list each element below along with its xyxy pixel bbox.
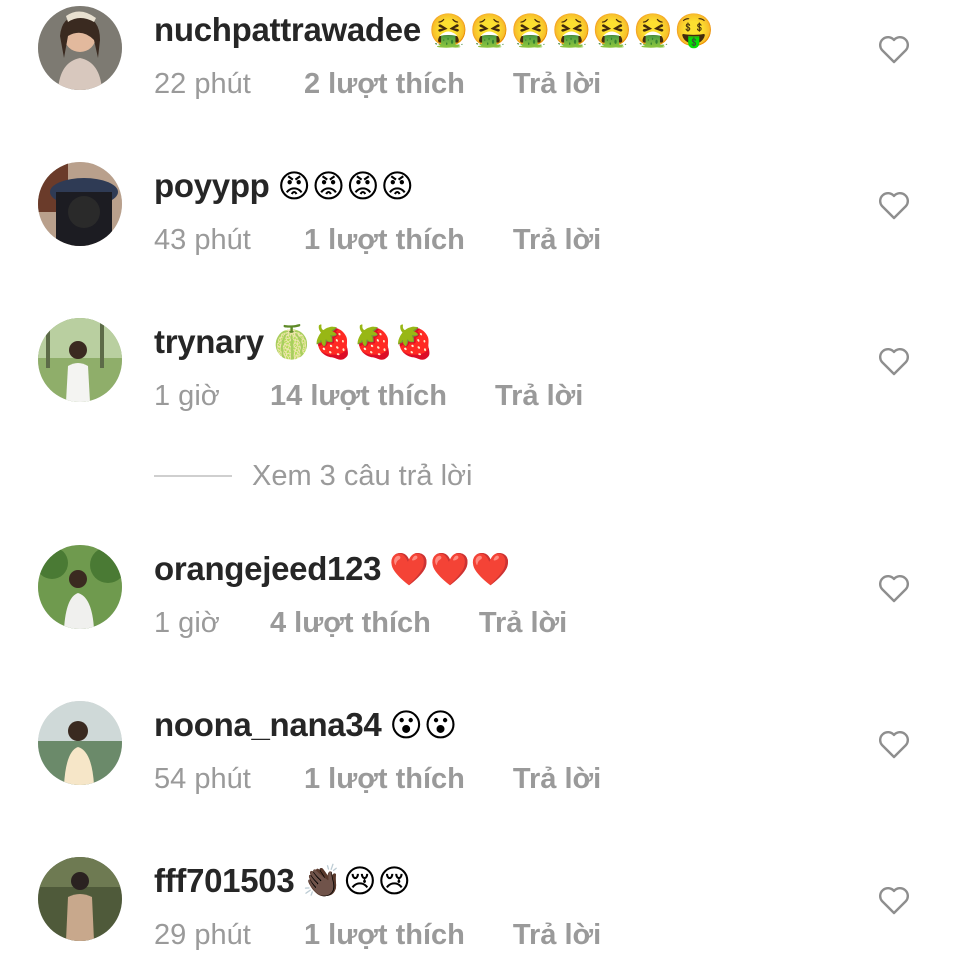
comment-likes[interactable]: 1 lượt thích	[304, 224, 465, 257]
comment-username[interactable]: nuchpattrawadee	[154, 11, 421, 49]
like-heart-icon[interactable]	[878, 885, 910, 915]
comment-text: 😮😮	[389, 706, 459, 744]
comment-header: orangejeed123 ❤️❤️❤️	[154, 547, 512, 591]
comment-header: trynary 🍈🍓🍓🍓	[154, 320, 435, 364]
comment-likes[interactable]: 2 lượt thích	[304, 68, 465, 101]
reply-button[interactable]: Trả lời	[513, 919, 601, 952]
comment-meta: 1 giờ 4 lượt thích Trả lời	[154, 603, 567, 643]
view-replies-button[interactable]: Xem 3 câu trả lời	[154, 456, 473, 496]
view-replies-label: Xem 3 câu trả lời	[252, 459, 473, 492]
comment-time: 22 phút	[154, 67, 251, 100]
comment-time: 29 phút	[154, 918, 251, 951]
comment-item: orangejeed123 ❤️❤️❤️ 1 giờ 4 lượt thích …	[0, 545, 960, 665]
comment-likes[interactable]: 4 lượt thích	[270, 607, 431, 640]
avatar[interactable]	[38, 545, 122, 629]
like-heart-icon[interactable]	[878, 190, 910, 220]
comment-username[interactable]: poyypp	[154, 167, 270, 205]
comment-header: noona_nana34 😮😮	[154, 703, 458, 747]
comment-meta: 43 phút 1 lượt thích Trả lời	[154, 220, 601, 260]
comment-likes[interactable]: 1 lượt thích	[304, 919, 465, 952]
comment-meta: 22 phút 2 lượt thích Trả lời	[154, 64, 601, 104]
comment-username[interactable]: trynary	[154, 323, 264, 361]
reply-button[interactable]: Trả lời	[513, 763, 601, 796]
like-heart-icon[interactable]	[878, 346, 910, 376]
comment-username[interactable]: fff701503	[154, 862, 295, 900]
comment-meta: 54 phút 1 lượt thích Trả lời	[154, 759, 601, 799]
avatar[interactable]	[38, 6, 122, 90]
comment-text: ❤️❤️❤️	[389, 550, 512, 588]
comment-text: 🍈🍓🍓🍓	[271, 323, 436, 361]
comment-time: 1 giờ	[154, 606, 220, 639]
comment-text: 👏🏿😢😢	[302, 862, 412, 900]
reply-button[interactable]: Trả lời	[479, 607, 567, 640]
comment-item: noona_nana34 😮😮 54 phút 1 lượt thích Trả…	[0, 701, 960, 821]
comment-time: 43 phút	[154, 223, 251, 256]
comment-header: fff701503 👏🏿😢😢	[154, 859, 412, 903]
comment-username[interactable]: noona_nana34	[154, 706, 382, 744]
comment-text: 🤮🤮🤮🤮🤮🤮🤑	[428, 11, 715, 49]
avatar[interactable]	[38, 857, 122, 941]
like-heart-icon[interactable]	[878, 729, 910, 759]
like-heart-icon[interactable]	[878, 573, 910, 603]
comment-item: trynary 🍈🍓🍓🍓 1 giờ 14 lượt thích Trả lời	[0, 318, 960, 438]
comment-item: poyypp 😡😡😡😡 43 phút 1 lượt thích Trả lời	[0, 162, 960, 282]
reply-button[interactable]: Trả lời	[513, 68, 601, 101]
comment-header: poyypp 😡😡😡😡	[154, 164, 415, 208]
comment-header: nuchpattrawadee 🤮🤮🤮🤮🤮🤮🤑	[154, 8, 715, 52]
comment-item: nuchpattrawadee 🤮🤮🤮🤮🤮🤮🤑 22 phút 2 lượt t…	[0, 6, 960, 126]
reply-button[interactable]: Trả lời	[513, 224, 601, 257]
comment-username[interactable]: orangejeed123	[154, 550, 382, 588]
avatar[interactable]	[38, 318, 122, 402]
comment-time: 1 giờ	[154, 379, 220, 412]
comment-likes[interactable]: 14 lượt thích	[270, 380, 447, 413]
comment-item: fff701503 👏🏿😢😢 29 phút 1 lượt thích Trả …	[0, 857, 960, 977]
reply-button[interactable]: Trả lời	[495, 380, 583, 413]
comment-likes[interactable]: 1 lượt thích	[304, 763, 465, 796]
divider	[154, 475, 232, 477]
avatar[interactable]	[38, 162, 122, 246]
like-heart-icon[interactable]	[878, 34, 910, 64]
comment-text: 😡😡😡😡	[277, 167, 415, 205]
comment-meta: 29 phút 1 lượt thích Trả lời	[154, 915, 601, 955]
avatar[interactable]	[38, 701, 122, 785]
comment-time: 54 phút	[154, 762, 251, 795]
comment-meta: 1 giờ 14 lượt thích Trả lời	[154, 376, 583, 416]
